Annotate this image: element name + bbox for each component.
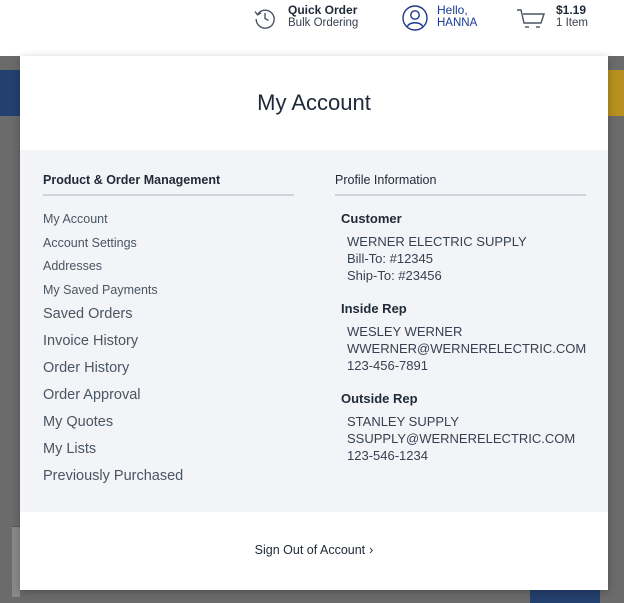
link-saved-orders[interactable]: Saved Orders [43, 305, 294, 332]
link-my-quotes[interactable]: My Quotes [43, 413, 294, 440]
sign-out-link[interactable]: Sign Out of Account › [20, 543, 608, 557]
order-management-heading: Product & Order Management [43, 173, 294, 196]
outside-rep-name: STANLEY SUPPLY [347, 414, 459, 429]
link-order-history[interactable]: Order History [43, 359, 294, 386]
quick-order-subtitle: Bulk Ordering [288, 17, 359, 29]
sign-out-label: Sign Out of Account [254, 543, 366, 557]
link-addresses[interactable]: Addresses [43, 258, 294, 282]
customer-title: Customer [341, 211, 402, 226]
inside-rep-name: WESLEY WERNER [347, 324, 463, 339]
main-nav-bar-left [0, 70, 20, 116]
account-greeting: Hello, [437, 3, 468, 17]
order-management-links: My Account Account Settings Addresses My… [43, 211, 294, 494]
profile-information-heading: Profile Information [335, 173, 586, 196]
main-nav-bar-right [606, 70, 624, 116]
quick-order-title: Quick Order [288, 3, 358, 17]
inside-rep-section: Inside Rep WESLEY WERNER WWERNER@WERNERE… [341, 301, 586, 374]
link-previously-purchased[interactable]: Previously Purchased [43, 467, 294, 494]
account-menu-toggle[interactable]: Hello, HANNA [401, 4, 477, 32]
panel-title: My Account [257, 90, 371, 115]
link-my-lists[interactable]: My Lists [43, 440, 294, 467]
outside-rep-phone: 123-546-1234 [347, 448, 428, 463]
account-user-name: HANNA [437, 17, 478, 29]
link-my-saved-payments[interactable]: My Saved Payments [43, 282, 294, 306]
profile-information-column: Profile Information Customer WERNER ELEC… [335, 173, 586, 464]
outside-rep-section: Outside Rep STANLEY SUPPLY SSUPPLY@WERNE… [341, 391, 586, 464]
user-circle-icon [402, 5, 428, 31]
account-dropdown-panel: My Account Product & Order Management My… [20, 56, 608, 590]
customer-name: WERNER ELECTRIC SUPPLY [347, 234, 527, 249]
customer-bill-to: Bill-To: #12345 [347, 251, 433, 266]
page: Quick Order Bulk Ordering Hello, HANNA $… [0, 0, 624, 603]
history-clock-icon [254, 9, 275, 29]
order-management-column: Product & Order Management My Account Ac… [43, 173, 294, 494]
inside-rep-title: Inside Rep [341, 301, 407, 316]
link-my-account[interactable]: My Account [43, 211, 294, 235]
outside-rep-title: Outside Rep [341, 391, 418, 406]
outside-rep-email: SSUPPLY@WERNERELECTRIC.COM [347, 431, 576, 446]
customer-section: Customer WERNER ELECTRIC SUPPLY Bill-To:… [341, 211, 586, 284]
link-order-approval[interactable]: Order Approval [43, 386, 294, 413]
cart-item-count: 1 Item [556, 17, 588, 29]
cart-total: $1.19 [556, 3, 587, 17]
link-account-settings[interactable]: Account Settings [43, 235, 294, 259]
chevron-right-icon: › [369, 543, 374, 557]
inside-rep-phone: 123-456-7891 [347, 358, 428, 373]
cart-icon [517, 9, 545, 28]
link-invoice-history[interactable]: Invoice History [43, 332, 294, 359]
inside-rep-email: WWERNER@WERNERELECTRIC.COM [347, 341, 587, 356]
customer-ship-to: Ship-To: #23456 [347, 268, 442, 283]
panel-body: Product & Order Management My Account Ac… [20, 150, 608, 512]
background-content-left [12, 526, 20, 597]
cart-link[interactable]: $1.19 1 Item [516, 4, 588, 32]
quick-order-link[interactable]: Quick Order Bulk Ordering [252, 4, 358, 31]
header-bar: Quick Order Bulk Ordering Hello, HANNA $… [0, 0, 624, 56]
